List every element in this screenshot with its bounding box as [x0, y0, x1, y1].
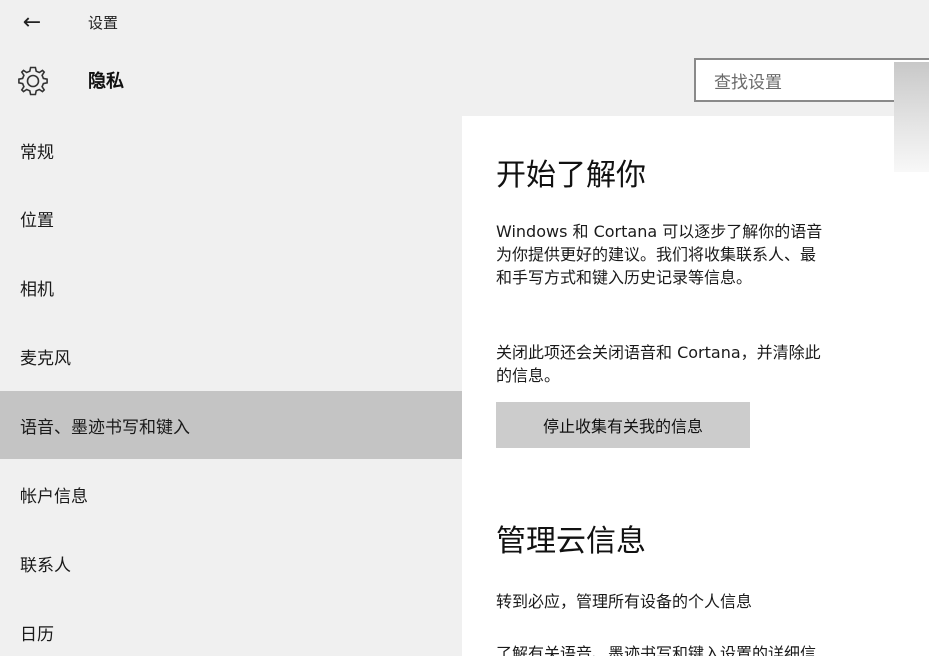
back-arrow-icon: ←: [23, 10, 41, 35]
sidebar-item-label: 位置: [20, 206, 54, 231]
sidebar-item-label: 帐户信息: [20, 482, 88, 507]
sidebar-item-label: 常规: [20, 138, 54, 163]
sidebar-item-speech-inking-typing[interactable]: 语音、墨迹书写和键入: [0, 391, 462, 459]
window-title: 设置: [88, 12, 118, 33]
sidebar-item-account-info[interactable]: 帐户信息: [0, 460, 462, 528]
search-placeholder: 查找设置: [714, 68, 782, 93]
sidebar-item-location[interactable]: 位置: [0, 184, 462, 252]
section-title-manage-cloud-info: 管理云信息: [496, 516, 646, 560]
button-label: 停止收集有关我的信息: [543, 413, 703, 437]
learn-more-link[interactable]: 了解有关语音、墨迹书写和键入设置的详细信: [496, 640, 816, 656]
description-line: Windows 和 Cortana 可以逐步了解你的语音: [496, 220, 929, 243]
sidebar: 常规 位置 相机 麦克风 语音、墨迹书写和键入 帐户信息 联系人 日历: [0, 116, 462, 656]
section-title-get-to-know-you: 开始了解你: [496, 150, 646, 194]
sidebar-item-camera[interactable]: 相机: [0, 253, 462, 321]
sidebar-item-label: 相机: [20, 275, 54, 300]
title-bar: ← 设置: [0, 0, 929, 44]
description-line: 和手写方式和键入历史记录等信息。: [496, 266, 929, 289]
description-line: 为你提供更好的建议。我们将收集联系人、最: [496, 243, 929, 266]
note-line: 关闭此项还会关闭语音和 Cortana，并清除此: [496, 341, 929, 364]
content-panel: 开始了解你 Windows 和 Cortana 可以逐步了解你的语音 为你提供更…: [496, 116, 929, 656]
section-description: Windows 和 Cortana 可以逐步了解你的语音 为你提供更好的建议。我…: [496, 220, 929, 289]
sidebar-item-general[interactable]: 常规: [0, 116, 462, 184]
note-line: 的信息。: [496, 364, 929, 387]
sidebar-item-label: 联系人: [20, 551, 71, 576]
section-note: 关闭此项还会关闭语音和 Cortana，并清除此 的信息。: [496, 341, 929, 387]
gear-icon: [16, 64, 50, 98]
sidebar-item-microphone[interactable]: 麦克风: [0, 322, 462, 390]
sidebar-item-label: 麦克风: [20, 344, 71, 369]
page-title: 隐私: [88, 67, 124, 93]
bing-manage-info-link[interactable]: 转到必应，管理所有设备的个人信息: [496, 588, 752, 612]
sidebar-item-label: 语音、墨迹书写和键入: [20, 413, 190, 438]
page-header: 隐私 查找设置: [0, 44, 929, 116]
sidebar-item-contacts[interactable]: 联系人: [0, 529, 462, 597]
back-button[interactable]: ←: [14, 4, 50, 40]
sidebar-item-label: 日历: [20, 620, 54, 645]
stop-getting-to-know-me-button[interactable]: 停止收集有关我的信息: [496, 402, 750, 448]
